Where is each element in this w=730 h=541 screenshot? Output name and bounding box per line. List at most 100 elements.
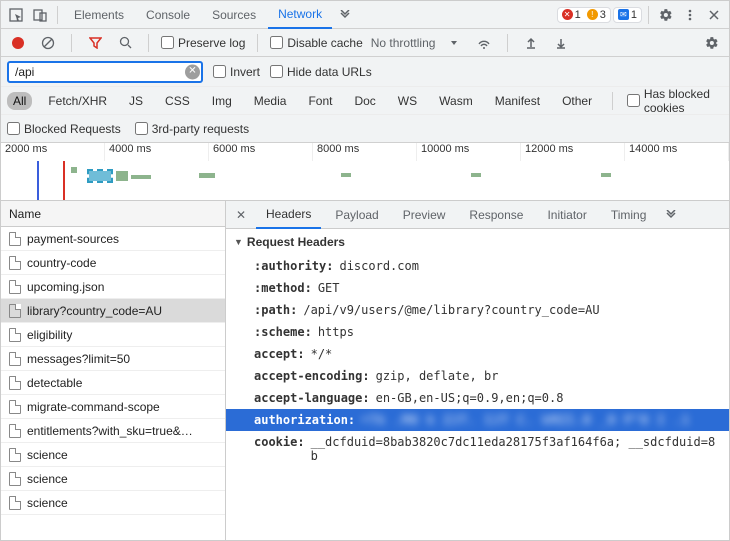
divider (57, 6, 58, 24)
filter-icon[interactable] (84, 32, 106, 54)
header-key: :scheme (254, 325, 312, 339)
type-doc[interactable]: Doc (348, 92, 381, 110)
request-row[interactable]: library?country_code=AU (1, 299, 225, 323)
detail-panel: ✕ Headers Payload Preview Response Initi… (226, 201, 729, 540)
kebab-menu-icon[interactable] (679, 4, 701, 26)
request-row[interactable]: entitlements?with_sku=true&… (1, 419, 225, 443)
header-row[interactable]: accept*/* (226, 343, 729, 365)
request-row[interactable]: science (1, 443, 225, 467)
upload-har-icon[interactable] (520, 32, 542, 54)
invert-checkbox[interactable]: Invert (213, 65, 260, 79)
clear-filter-icon[interactable]: ✕ (185, 64, 200, 79)
request-row[interactable]: payment-sources (1, 227, 225, 251)
request-row[interactable]: detectable (1, 371, 225, 395)
header-row[interactable]: :schemehttps (226, 321, 729, 343)
type-ws[interactable]: WS (392, 92, 423, 110)
type-font[interactable]: Font (302, 92, 338, 110)
third-party-checkbox[interactable]: 3rd-party requests (135, 122, 249, 136)
tab-sources[interactable]: Sources (202, 1, 266, 29)
header-value: __dcfduid=8bab3820c7dc11eda28175f3af164f… (311, 435, 721, 463)
request-name: science (27, 448, 68, 462)
detail-tab-timing[interactable]: Timing (601, 201, 657, 229)
type-js[interactable]: JS (123, 92, 149, 110)
inspect-icon[interactable] (5, 4, 27, 26)
file-icon (9, 256, 21, 270)
header-key: authorization (254, 413, 355, 427)
type-img[interactable]: Img (206, 92, 238, 110)
name-column-header[interactable]: Name (1, 201, 225, 227)
detail-tab-payload[interactable]: Payload (325, 201, 388, 229)
search-icon[interactable] (114, 32, 136, 54)
network-conditions-icon[interactable] (473, 32, 495, 54)
device-mode-icon[interactable] (29, 4, 51, 26)
detail-tab-initiator[interactable]: Initiator (537, 201, 596, 229)
tab-elements[interactable]: Elements (64, 1, 134, 29)
error-count: ✕1 (562, 9, 581, 21)
header-row[interactable]: accept-languageen-GB,en-US;q=0.9,en;q=0.… (226, 387, 729, 409)
header-key: :authority (254, 259, 333, 273)
detail-tab-preview[interactable]: Preview (393, 201, 456, 229)
tick: 10000 ms (417, 143, 521, 161)
filter-input[interactable] (7, 61, 203, 83)
disable-cache-checkbox[interactable]: Disable cache (270, 36, 362, 50)
throttling-select[interactable]: No throttling (371, 36, 436, 50)
request-row[interactable]: upcoming.json (1, 275, 225, 299)
more-detail-tabs-icon[interactable] (660, 204, 682, 226)
timeline-overview[interactable]: 2000 ms 4000 ms 6000 ms 8000 ms 10000 ms… (1, 143, 729, 201)
detail-tab-response[interactable]: Response (459, 201, 533, 229)
request-row[interactable]: messages?limit=50 (1, 347, 225, 371)
download-har-icon[interactable] (550, 32, 572, 54)
type-all[interactable]: All (7, 92, 32, 110)
type-wasm[interactable]: Wasm (433, 92, 479, 110)
header-key: cookie (254, 435, 305, 463)
tick: 4000 ms (105, 143, 209, 161)
network-settings-icon[interactable] (701, 32, 723, 54)
tab-console[interactable]: Console (136, 1, 200, 29)
request-row[interactable]: migrate-command-scope (1, 395, 225, 419)
header-value: /api/v9/users/@me/library?country_code=A… (303, 303, 599, 317)
blocked-cookies-checkbox[interactable]: Has blocked cookies (627, 87, 723, 115)
header-value: gzip, deflate, br (376, 369, 499, 383)
file-icon (9, 280, 21, 294)
preserve-log-checkbox[interactable]: Preserve log (161, 36, 245, 50)
request-row[interactable]: eligibility (1, 323, 225, 347)
header-row[interactable]: accept-encodinggzip, deflate, br (226, 365, 729, 387)
request-name: country-code (27, 256, 96, 270)
tick: 14000 ms (625, 143, 729, 161)
settings-icon[interactable] (655, 4, 677, 26)
request-row[interactable]: country-code (1, 251, 225, 275)
more-tabs-icon[interactable] (334, 4, 356, 26)
divider (71, 34, 72, 52)
issues-badge[interactable]: ✕1 !3 (557, 7, 611, 23)
type-fetch-xhr[interactable]: Fetch/XHR (42, 92, 113, 110)
close-devtools-icon[interactable] (703, 4, 725, 26)
type-css[interactable]: CSS (159, 92, 196, 110)
header-row[interactable]: cookie__dcfduid=8bab3820c7dc11eda28175f3… (226, 431, 729, 467)
header-row[interactable]: :authoritydiscord.com (226, 255, 729, 277)
tick: 6000 ms (209, 143, 313, 161)
hide-data-urls-checkbox[interactable]: Hide data URLs (270, 65, 372, 79)
request-row[interactable]: science (1, 467, 225, 491)
filter-bar: ✕ Invert Hide data URLs (1, 57, 729, 87)
request-headers-section[interactable]: Request Headers (226, 229, 729, 255)
detail-tab-headers[interactable]: Headers (256, 201, 321, 229)
type-other[interactable]: Other (556, 92, 598, 110)
request-name: messages?limit=50 (27, 352, 130, 366)
request-row[interactable]: science (1, 491, 225, 515)
throttling-caret-icon[interactable] (443, 32, 465, 54)
type-manifest[interactable]: Manifest (489, 92, 546, 110)
request-name: eligibility (27, 328, 72, 342)
header-row[interactable]: :path/api/v9/users/@me/library?country_c… (226, 299, 729, 321)
messages-badge[interactable]: ✉1 (613, 7, 642, 23)
request-name: science (27, 472, 68, 486)
blocked-requests-checkbox[interactable]: Blocked Requests (7, 122, 121, 136)
request-list[interactable]: payment-sources country-code upcoming.json… (1, 227, 225, 540)
clear-icon[interactable] (37, 32, 59, 54)
header-row[interactable]: :methodGET (226, 277, 729, 299)
header-row[interactable]: authorization•Tk .M0 k ZJT. IJT C. kMZI.… (226, 409, 729, 431)
close-details-icon[interactable]: ✕ (230, 208, 252, 222)
record-button[interactable] (7, 32, 29, 54)
tab-network[interactable]: Network (268, 1, 332, 29)
type-media[interactable]: Media (248, 92, 293, 110)
detail-body[interactable]: Request Headers :authoritydiscord.com:me… (226, 229, 729, 540)
